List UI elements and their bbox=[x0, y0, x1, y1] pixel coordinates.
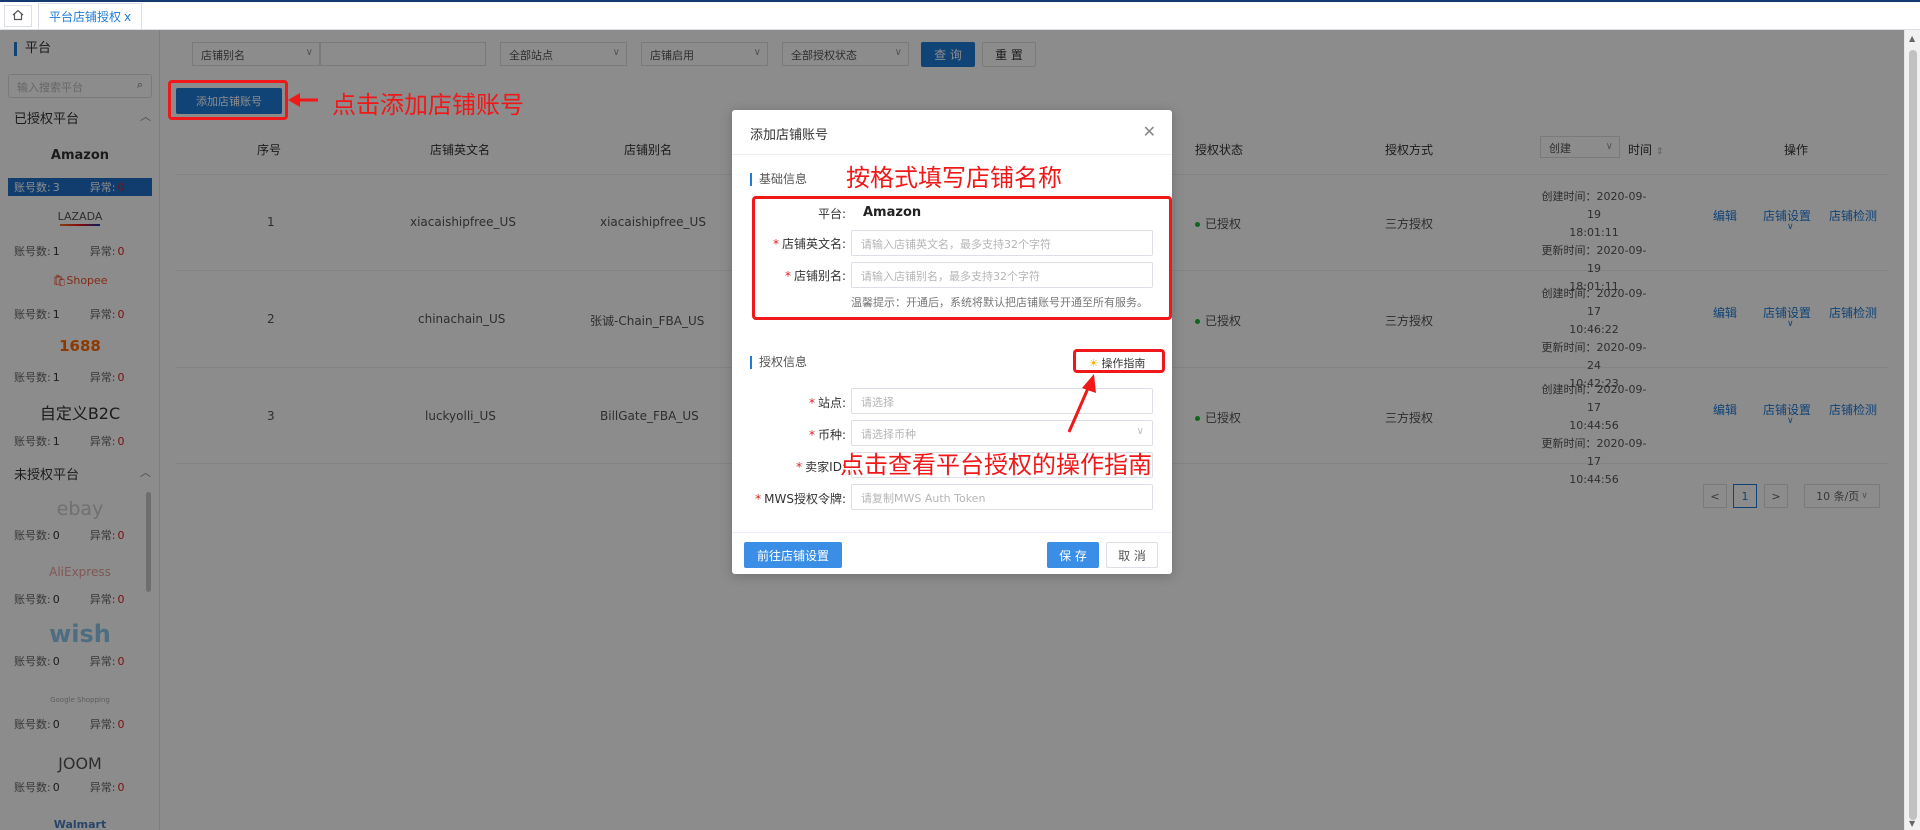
page-scrollbar[interactable]: ▲ ▼ bbox=[1904, 30, 1920, 830]
arrow-left-icon bbox=[288, 93, 318, 107]
highlight-basic-fields bbox=[752, 196, 1172, 320]
highlight-add-button bbox=[168, 80, 288, 120]
select-placeholder: 请选择币种 bbox=[861, 428, 916, 441]
footer-divider bbox=[732, 532, 1172, 533]
currency-label: * 币种: bbox=[736, 426, 846, 443]
scroll-up-icon[interactable]: ▲ bbox=[1909, 34, 1915, 43]
goto-shop-settings-button[interactable]: 前往店铺设置 bbox=[744, 542, 842, 568]
home-icon bbox=[12, 9, 24, 24]
required-mark: * bbox=[808, 396, 815, 410]
top-accent-line bbox=[0, 0, 1920, 2]
seller-id-label: * 卖家ID: bbox=[736, 458, 846, 475]
title-divider bbox=[732, 154, 1172, 155]
annotation-guide: 点击查看平台授权的操作指南 bbox=[840, 451, 1152, 479]
cancel-button[interactable]: 取 消 bbox=[1106, 542, 1158, 568]
site-select[interactable]: 请选择 bbox=[851, 388, 1153, 414]
tab-platform-shop-auth[interactable]: 平台店铺授权 x bbox=[38, 3, 143, 29]
tab-bar: 平台店铺授权 x bbox=[0, 0, 1920, 30]
scroll-down-icon[interactable]: ▼ bbox=[1909, 819, 1915, 828]
required-mark: * bbox=[755, 492, 762, 506]
required-mark: * bbox=[796, 460, 803, 474]
chevron-down-icon: ∨ bbox=[1136, 426, 1144, 437]
arrow-up-icon bbox=[1067, 374, 1096, 433]
dialog-title: 添加店铺账号 bbox=[750, 128, 829, 143]
basic-info-section: 基础信息 bbox=[750, 173, 807, 186]
site-label: * 站点: bbox=[736, 394, 846, 411]
label-text: 币种: bbox=[817, 428, 846, 442]
scrollbar-thumb[interactable] bbox=[1909, 50, 1917, 820]
tab-label: 平台店铺授权 bbox=[49, 10, 122, 24]
save-button[interactable]: 保 存 bbox=[1047, 542, 1099, 568]
annotation-add-account: 点击添加店铺账号 bbox=[332, 91, 524, 119]
tab-close-icon[interactable]: x bbox=[124, 10, 131, 24]
mws-token-input[interactable]: 请复制MWS Auth Token bbox=[851, 484, 1153, 510]
required-mark: * bbox=[808, 428, 815, 442]
label-text: 站点: bbox=[817, 396, 846, 410]
home-tab[interactable] bbox=[4, 5, 32, 27]
annotation-fill-name: 按格式填写店铺名称 bbox=[846, 164, 1062, 192]
mws-token-label: * MWS授权令牌: bbox=[736, 490, 846, 507]
currency-select[interactable]: 请选择币种 ∨ bbox=[851, 420, 1153, 446]
label-text: MWS授权令牌: bbox=[764, 492, 846, 506]
auth-info-section: 授权信息 bbox=[750, 356, 807, 369]
highlight-guide-button bbox=[1073, 349, 1165, 373]
close-icon[interactable]: ✕ bbox=[1143, 122, 1156, 141]
